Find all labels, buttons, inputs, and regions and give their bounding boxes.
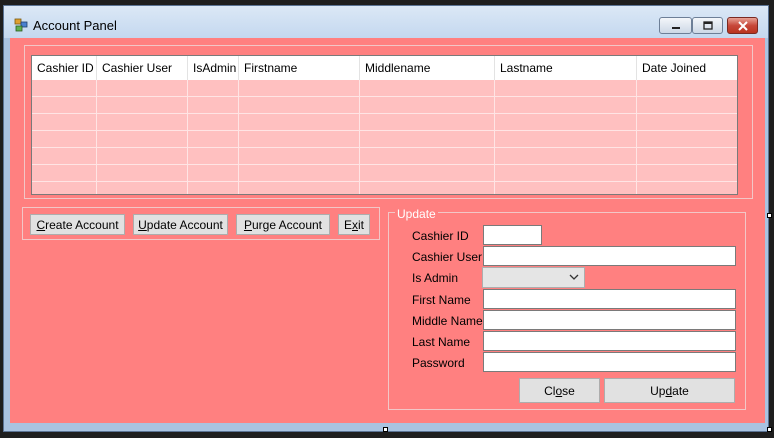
column-divider [187,80,188,194]
first-name-input[interactable] [483,289,736,309]
minimize-icon [671,26,680,29]
button-label: pdate Account [146,217,223,232]
mnemonic: d [665,383,673,398]
cashier-user-label: Cashier User [412,250,483,264]
button-label: ate [672,383,689,398]
cashier-user-input[interactable] [483,246,736,266]
create-account-button[interactable]: Create Account [30,214,125,235]
first-name-label: First Name [412,293,471,307]
maximize-button[interactable] [692,17,723,34]
table-row[interactable] [32,80,737,97]
cashier-id-label: Cashier ID [412,229,469,243]
button-label: E [343,217,352,232]
column-header-middlename[interactable]: Middlename [360,56,495,80]
mnemonic: o [555,383,563,398]
title-bar[interactable] [4,6,768,38]
resize-handle-corner[interactable] [767,427,772,432]
column-divider [636,80,637,194]
button-label: Up [650,383,666,398]
maximize-icon [702,21,713,30]
column-header-firstname[interactable]: Firstname [239,56,360,80]
middle-name-input[interactable] [483,310,736,330]
grid-header: Cashier ID Cashier User IsAdmin Firstnam… [32,56,737,80]
middle-name-label: Middle Name [412,314,483,328]
password-label: Password [412,356,465,370]
column-divider [238,80,239,194]
close-window-button[interactable] [727,17,758,34]
app-icon [14,18,28,32]
is-admin-select[interactable] [482,267,585,288]
chevron-down-icon [569,274,579,280]
table-row[interactable] [32,97,737,114]
column-divider [359,80,360,194]
purge-account-button[interactable]: Purge Account [236,214,330,235]
mnemonic: C [36,217,46,232]
column-header-isadmin[interactable]: IsAdmin [188,56,239,80]
close-icon [737,20,748,31]
column-header-date-joined[interactable]: Date Joined [637,56,737,80]
column-header-lastname[interactable]: Lastname [495,56,637,80]
column-divider [494,80,495,194]
last-name-input[interactable] [483,331,736,351]
button-label: urge Account [251,217,323,232]
mnemonic: P [243,217,252,232]
column-divider [96,80,97,194]
mnemonic: U [138,217,147,232]
is-admin-label: Is Admin [412,271,459,285]
column-header-cashier-id[interactable]: Cashier ID [32,56,97,80]
resize-handle-right[interactable] [767,213,772,218]
button-label: reate Account [45,217,119,232]
update-account-button[interactable]: Update Account [133,214,228,235]
password-input[interactable] [483,352,736,372]
last-name-label: Last Name [412,335,471,349]
table-row[interactable] [32,114,737,131]
update-button[interactable]: Up d ate [604,378,735,403]
accounts-grid[interactable]: Cashier ID Cashier User IsAdmin Firstnam… [31,55,738,195]
minimize-button[interactable] [659,17,692,34]
cashier-id-input[interactable] [483,225,542,245]
close-button[interactable]: Cl o se [519,378,600,403]
exit-button[interactable]: Ex it [338,214,370,235]
resize-handle-bottom[interactable] [383,427,388,432]
update-group-legend: Update [395,207,438,221]
table-row[interactable] [32,131,737,148]
button-label: Cl [544,383,556,398]
button-label: it [358,217,364,232]
column-header-cashier-user[interactable]: Cashier User [97,56,188,80]
table-row[interactable] [32,148,737,165]
table-row[interactable] [32,165,737,182]
window-title: Account Panel [33,18,117,33]
button-label: se [562,383,575,398]
